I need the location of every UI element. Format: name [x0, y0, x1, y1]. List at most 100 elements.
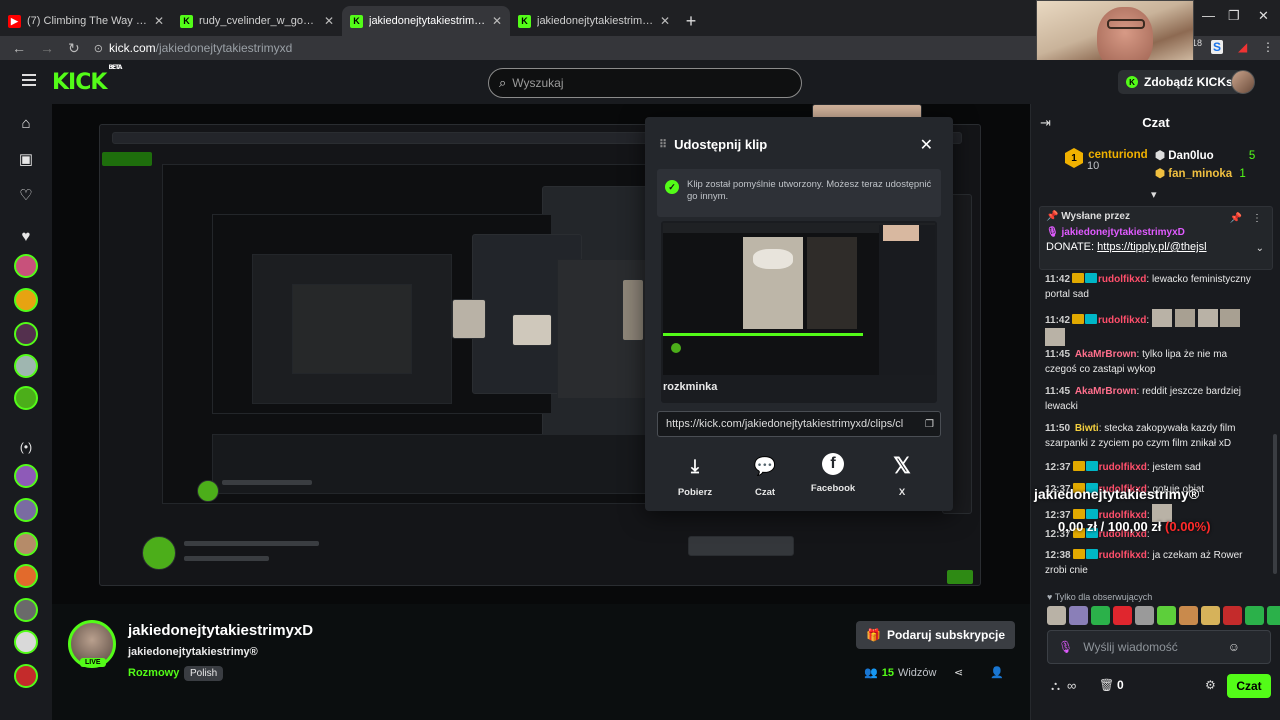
video-content	[142, 536, 176, 570]
browse-icon[interactable]: ▣	[15, 148, 37, 170]
download-button[interactable]: ⤓ Pobierz	[663, 453, 727, 499]
minimize-icon[interactable]: —	[1202, 8, 1215, 23]
chat-message-input[interactable]: 🎙 Wyślij wiadomość ☺	[1047, 630, 1271, 664]
emote[interactable]	[1135, 606, 1154, 625]
share-chat-button[interactable]: 💬 Czat	[733, 453, 797, 499]
expand-leaderboard-icon[interactable]: ▾	[1151, 188, 1157, 201]
browser-tab[interactable]: K rudy_cvelinder_w_goglach - Wa ✕	[172, 6, 342, 36]
home-icon[interactable]: ⌂	[15, 112, 37, 134]
channel-avatar[interactable]	[14, 354, 38, 378]
gift-subscription-button[interactable]: 🎁 Podaruj subskrypcje	[856, 621, 1015, 649]
window-close-icon[interactable]: ✕	[1258, 8, 1269, 24]
channel-avatar[interactable]	[14, 664, 38, 688]
channel-avatar[interactable]	[14, 322, 38, 346]
clip-url-field[interactable]: https://kick.com/jakiedonejtytakiestrimy…	[657, 411, 941, 437]
reload-icon[interactable]: ↻	[68, 40, 80, 57]
channel-avatar[interactable]	[14, 630, 38, 654]
share-icon[interactable]: ⋖	[954, 666, 963, 679]
channel-avatar[interactable]	[14, 532, 38, 556]
chat-message: 11:45 AkaMrBrown: reddit jeszcze bardzie…	[1045, 386, 1241, 412]
emote[interactable]	[1113, 606, 1132, 625]
emote[interactable]	[1047, 606, 1066, 625]
drag-handle-icon[interactable]: ⠿	[659, 138, 667, 151]
heart-icon: ♥	[1047, 592, 1053, 602]
following-icon[interactable]: ♡	[15, 184, 37, 206]
emote[interactable]	[1201, 606, 1220, 625]
send-chat-button[interactable]: Czat	[1227, 674, 1271, 698]
menu-icon[interactable]	[22, 74, 36, 86]
channel-avatar[interactable]	[14, 386, 38, 410]
sub-badge-icon	[1085, 509, 1098, 519]
url-field[interactable]: ⊙ kick.com/jakiedonejtytakiestrimyxd	[94, 41, 293, 55]
browser-menu-icon[interactable]: ⋮	[1262, 40, 1274, 54]
forward-icon[interactable]: →	[40, 40, 54, 56]
chevron-down-icon[interactable]: ⌄	[1256, 243, 1264, 254]
user-avatar[interactable]	[1231, 70, 1255, 94]
kick-icon: K	[180, 14, 193, 28]
extension-icon[interactable]: ◢	[1238, 40, 1247, 54]
close-icon[interactable]: ✕	[154, 14, 164, 28]
emote	[1174, 309, 1195, 327]
pinned-message[interactable]: 📌 Wysłane przez 🎙 jakiedonejtytakiestrim…	[1039, 206, 1273, 270]
video-content	[222, 480, 312, 485]
copy-icon[interactable]: ❐	[925, 419, 934, 430]
followers-only-notice: ♥ Tylko dla obserwujących	[1047, 592, 1153, 602]
favorites-icon[interactable]: ♥	[15, 225, 37, 247]
browser-tab[interactable]: ▶ (7) Climbing The Way Down ✕	[0, 6, 172, 36]
language-tag[interactable]: Polish	[184, 666, 224, 681]
channel-avatar[interactable]	[14, 288, 38, 312]
back-icon[interactable]: ←	[12, 40, 26, 56]
clip-preview[interactable]: rozkminka	[661, 221, 937, 403]
kicks-gift-icon[interactable]: ⛬	[1051, 678, 1060, 694]
maximize-icon[interactable]: ❐	[1228, 8, 1240, 24]
close-icon[interactable]: ✕	[492, 14, 502, 28]
emote[interactable]	[1157, 606, 1176, 625]
more-icon[interactable]: ⋮	[1252, 213, 1262, 224]
share-facebook-button[interactable]: f Facebook	[801, 453, 865, 494]
video-content	[512, 314, 552, 346]
settings-icon[interactable]: ⚙	[1205, 678, 1216, 692]
new-tab-button[interactable]: +	[678, 6, 704, 36]
close-icon[interactable]: ✕	[324, 14, 334, 28]
emote[interactable]	[1091, 606, 1110, 625]
emote[interactable]	[1267, 606, 1280, 625]
channel-avatar[interactable]	[14, 498, 38, 522]
report-user-icon[interactable]: 👤	[990, 666, 1004, 679]
share-x-button[interactable]: 𝕏 X	[870, 453, 934, 498]
donate-link[interactable]: https://tipply.pl/@thejsl	[1097, 241, 1206, 253]
chat-scrollbar[interactable]	[1273, 434, 1277, 574]
get-kicks-button[interactable]: K Zdobądź KICKs	[1118, 70, 1241, 94]
close-icon[interactable]: ✕	[660, 14, 670, 28]
chat-message: 11:42 rudolfikxd:	[1045, 309, 1255, 347]
site-header: KICKBETA ⌕ Wyszukaj K Zdobądź KICKs	[0, 60, 1280, 104]
site-info-icon[interactable]: ⊙	[94, 42, 103, 55]
emote[interactable]	[1069, 606, 1088, 625]
infinity-icon[interactable]: ∞	[1067, 678, 1076, 693]
kicks-icon: K	[1126, 76, 1138, 88]
gift-icon: ⬢	[1155, 168, 1166, 180]
extension-s-icon[interactable]: S	[1211, 40, 1224, 54]
channel-avatar[interactable]	[14, 464, 38, 488]
video-player[interactable]: ⠿ Udostępnij klip ✕ ✓ Klip został pomyśl…	[52, 104, 1030, 604]
live-channels-icon[interactable]: (•)	[15, 436, 37, 458]
kick-logo[interactable]: KICKBETA	[52, 64, 122, 95]
close-icon[interactable]: ✕	[920, 135, 933, 155]
kick-icon: K	[350, 14, 363, 28]
emote[interactable]	[1179, 606, 1198, 625]
stream-category[interactable]: Rozmowy	[128, 667, 179, 679]
channel-avatar[interactable]	[14, 598, 38, 622]
channel-avatar[interactable]	[14, 254, 38, 278]
search-input[interactable]: ⌕ Wyszukaj	[488, 68, 802, 98]
crown-badge-icon	[1072, 314, 1085, 324]
emote	[1151, 309, 1172, 327]
browser-tab[interactable]: K jakiedonejtytakiestrimyxD - Wa ✕	[510, 6, 678, 36]
stream-title: jakiedonejtytakiestrimy®	[128, 646, 258, 658]
emote[interactable]	[1223, 606, 1242, 625]
treasure-icon[interactable]: 🗑	[1099, 678, 1114, 692]
emoji-icon[interactable]: ☺	[1228, 640, 1240, 654]
emote[interactable]	[1245, 606, 1264, 625]
unpin-icon[interactable]: 📌	[1230, 213, 1242, 224]
channel-avatar[interactable]	[14, 564, 38, 588]
browser-tab-active[interactable]: K jakiedonejtytakiestrimyxD Strea ✕	[342, 6, 510, 36]
channel-name[interactable]: jakiedonejtytakiestrimyxD	[128, 622, 313, 639]
